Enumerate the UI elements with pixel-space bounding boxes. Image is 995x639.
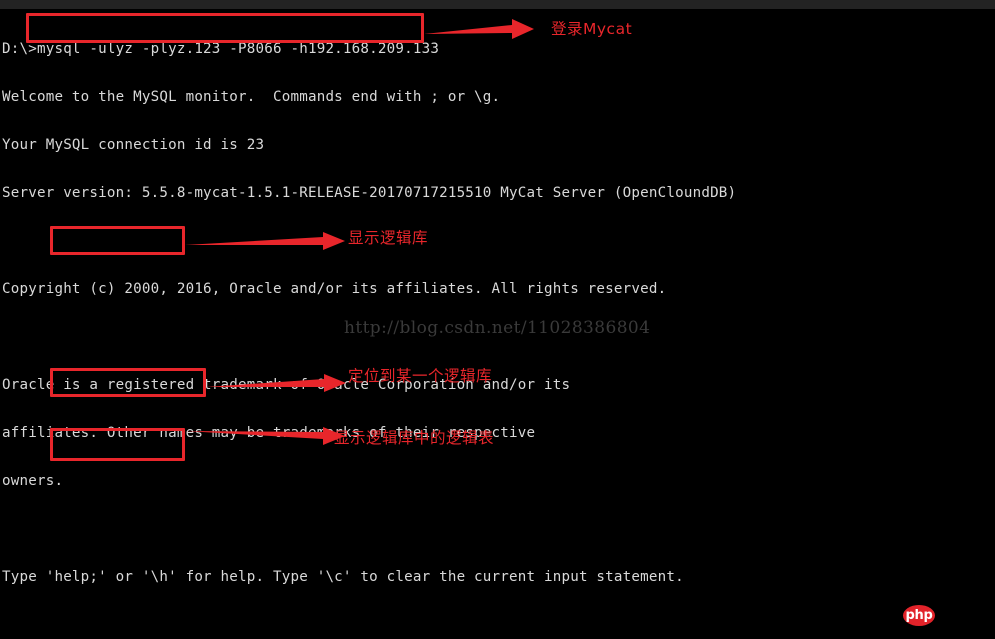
annotation-label-show-databases: 显示逻辑库 [348, 229, 429, 247]
annotation-label-login-mycat: 登录Mycat [551, 20, 633, 38]
annotation-label-show-tables: 显示逻辑库中的逻辑表 [334, 429, 495, 447]
console-line: Your MySQL connection id is 23 [2, 137, 265, 153]
console-line: Copyright (c) 2000, 2016, Oracle and/or … [2, 281, 667, 297]
annotation-label-use-schema: 定位到某一个逻辑库 [348, 367, 493, 385]
console-line: Oracle is a registered trademark of Orac… [2, 377, 571, 393]
terminal-window: D:\>mysql -ulyz -plyz.123 -P8066 -h192.1… [0, 0, 995, 639]
console-line: Server version: 5.5.8-mycat-1.5.1-RELEAS… [2, 185, 737, 201]
console-line: Welcome to the MySQL monitor. Commands e… [2, 89, 501, 105]
console-line: affiliates. Other names may be trademark… [2, 425, 536, 441]
window-top-edge-overlay [0, 0, 995, 9]
console-line: owners. [2, 473, 64, 489]
php-logo-badge: php [903, 605, 935, 626]
console-line: Type 'help;' or '\h' for help. Type '\c'… [2, 569, 684, 585]
console-output[interactable]: D:\>mysql -ulyz -plyz.123 -P8066 -h192.1… [0, 9, 995, 639]
console-line: D:\>mysql -ulyz -plyz.123 -P8066 -h192.1… [2, 41, 440, 57]
